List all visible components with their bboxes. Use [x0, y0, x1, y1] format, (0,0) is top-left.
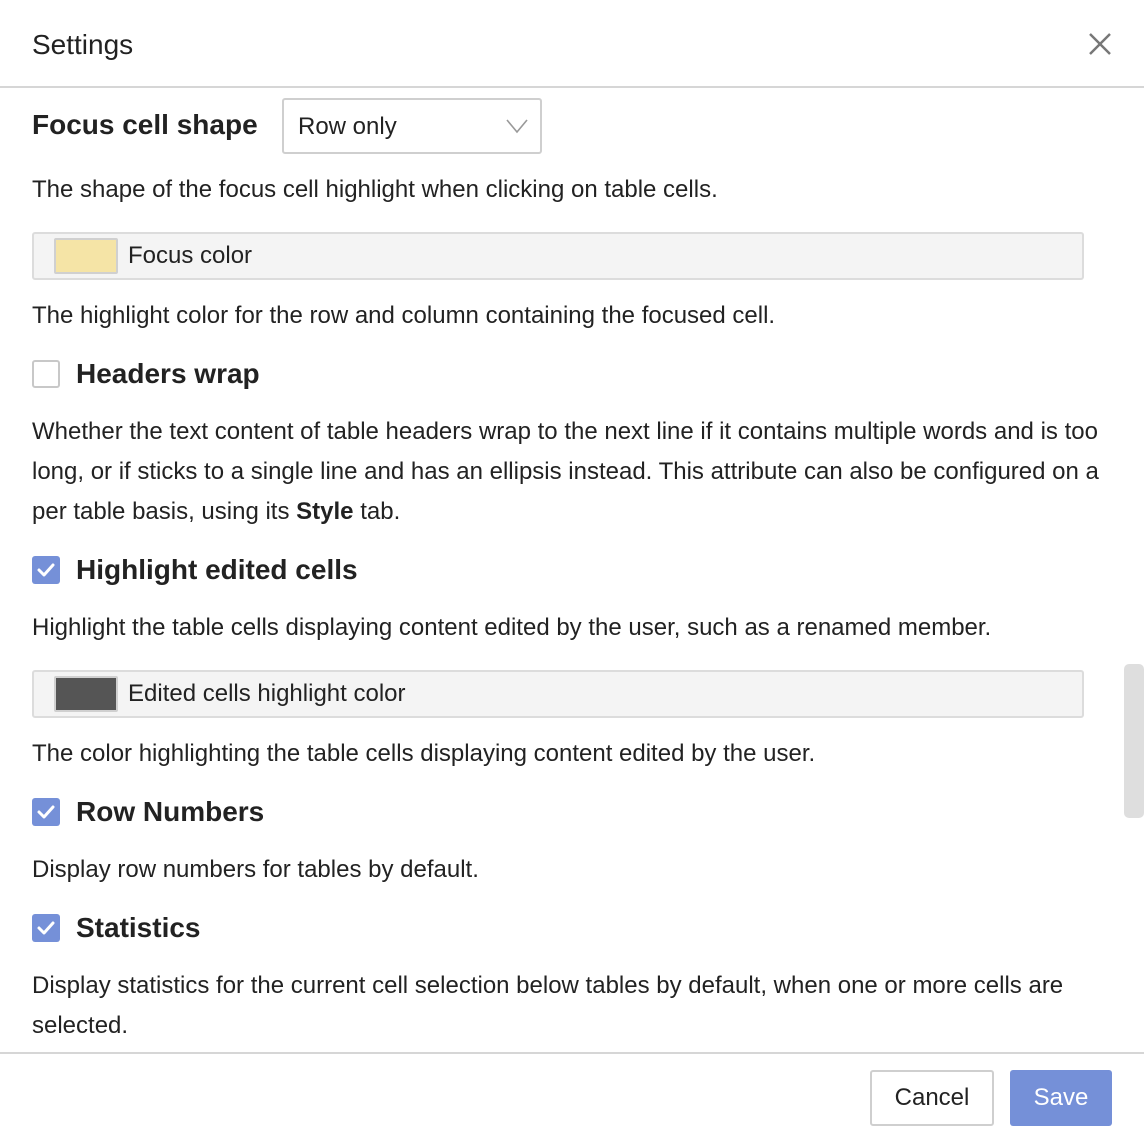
- style-tab-reference: Style: [296, 498, 354, 525]
- settings-content[interactable]: Focus cell shape Row only The shape of t…: [0, 90, 1144, 1052]
- headers-wrap-checkbox[interactable]: [32, 360, 60, 388]
- row-numbers-label: Row Numbers: [76, 796, 265, 827]
- headers-wrap-label: Headers wrap: [76, 358, 260, 389]
- focus-cell-shape-description: The shape of the focus cell highlight wh…: [32, 176, 718, 203]
- highlight-edited-cells-label: Highlight edited cells: [76, 554, 358, 585]
- statistics-description-line-2: selected.: [32, 1012, 129, 1039]
- edited-cells-color-swatch: [54, 676, 118, 712]
- headers-wrap-description-text: Whether the text content of table header…: [32, 418, 1099, 525]
- edited-cells-color-label: Edited cells highlight color: [128, 680, 406, 707]
- scrollbar-thumb[interactable]: [1124, 664, 1144, 818]
- edited-cells-color-description: The color highlighting the table cells d…: [32, 740, 816, 767]
- row-numbers-description: Display row numbers for tables by defaul…: [32, 856, 479, 883]
- checkmark-icon: [37, 563, 55, 577]
- chevron-down-icon: [506, 119, 528, 134]
- focus-color-picker[interactable]: Focus color: [32, 232, 1084, 280]
- statistics-label: Statistics: [76, 912, 201, 943]
- dialog-title: Settings: [32, 29, 134, 60]
- focus-color-swatch: [54, 238, 118, 274]
- statistics-description-line-1: Display statistics for the current cell …: [32, 972, 1064, 999]
- checkmark-icon: [37, 921, 55, 935]
- headers-wrap-description-end: tab.: [360, 498, 401, 525]
- close-button[interactable]: [1080, 24, 1120, 64]
- save-button[interactable]: Save: [1010, 1070, 1112, 1126]
- focus-cell-shape-label: Focus cell shape: [32, 109, 258, 140]
- statistics-checkbox[interactable]: [32, 914, 60, 942]
- row-numbers-checkbox[interactable]: [32, 798, 60, 826]
- dialog-footer: Cancel Save: [0, 1052, 1144, 1142]
- settings-dialog: Settings Focus cell shape Row only The s…: [0, 0, 1144, 1142]
- dialog-header: Settings: [0, 0, 1144, 88]
- close-icon: [1089, 33, 1111, 55]
- focus-color-label: Focus color: [128, 242, 253, 269]
- highlight-edited-cells-checkbox[interactable]: [32, 556, 60, 584]
- edited-cells-color-picker[interactable]: Edited cells highlight color: [32, 670, 1084, 718]
- headers-wrap-description: Whether the text content of table header…: [32, 412, 1102, 532]
- focus-color-description: The highlight color for the row and colu…: [32, 302, 776, 329]
- focus-cell-shape-select[interactable]: Row only: [282, 98, 542, 154]
- focus-cell-shape-value: Row only: [298, 113, 397, 140]
- cancel-button[interactable]: Cancel: [870, 1070, 994, 1126]
- highlight-edited-cells-description: Highlight the table cells displaying con…: [32, 614, 992, 641]
- checkmark-icon: [37, 805, 55, 819]
